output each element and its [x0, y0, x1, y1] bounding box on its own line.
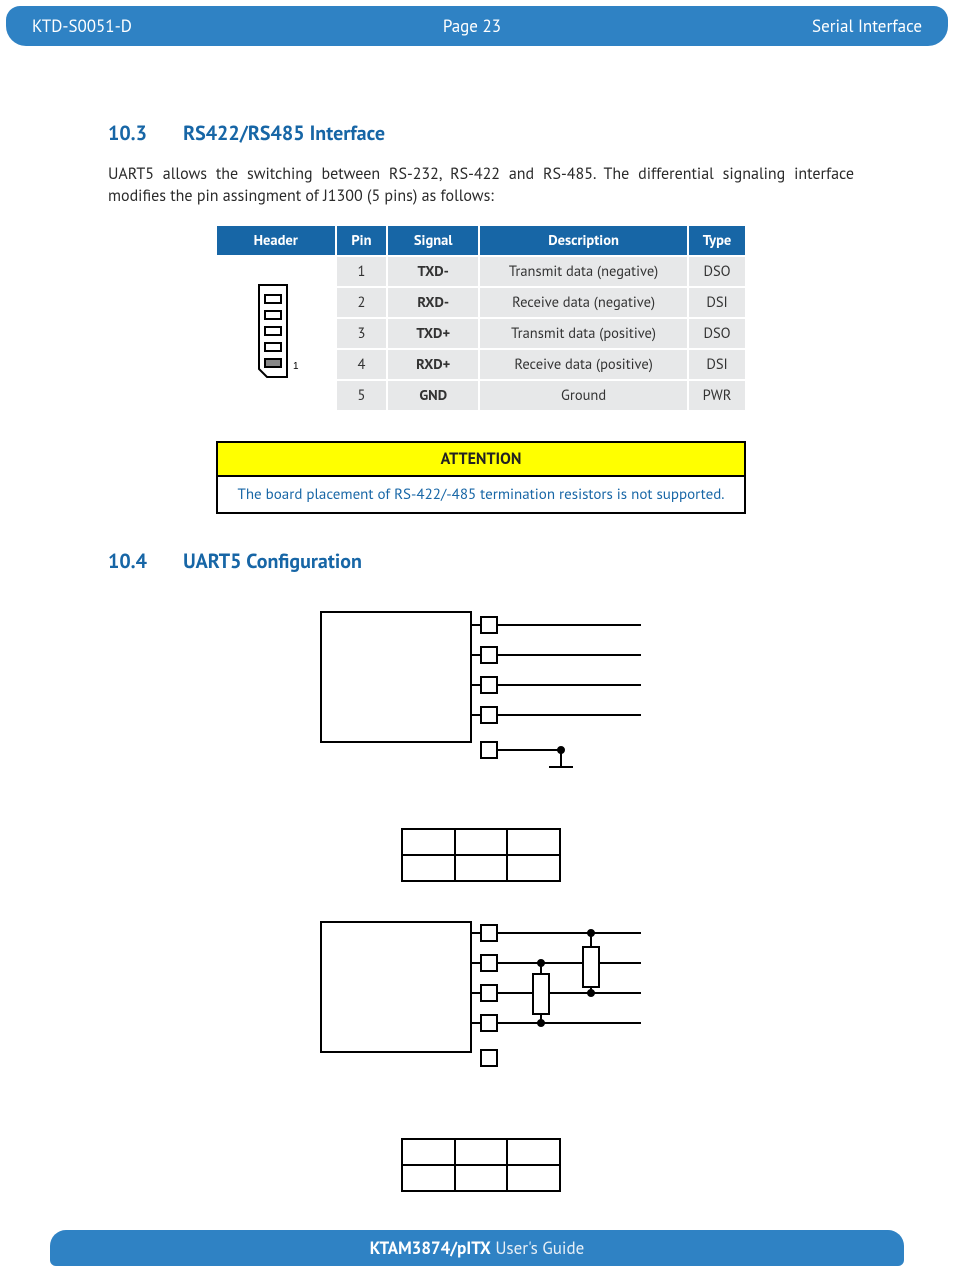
description-cell: Transmit data (negative) [479, 256, 688, 287]
type-cell: DSO [688, 318, 746, 349]
signal-cell: GND [387, 380, 479, 411]
description-cell: Transmit data (positive) [479, 318, 688, 349]
pin-table: Header Pin Signal Description Type 11TXD… [216, 225, 746, 411]
svg-text:1: 1 [293, 361, 299, 372]
col-header-description: Description [479, 225, 688, 256]
type-cell: DSI [688, 287, 746, 318]
signal-cell: TXD- [387, 256, 479, 287]
section-10-3-heading: 10.3 RS422/RS485 Interface [108, 120, 854, 146]
signal-cell: RXD- [387, 287, 479, 318]
section-10-3-paragraph: UART5 allows the switching between RS-23… [108, 164, 854, 207]
section-title: RS422/RS485 Interface [183, 120, 385, 146]
doc-code: KTD-S0051-D [32, 15, 132, 37]
signal-cell: TXD+ [387, 318, 479, 349]
col-header-header: Header [216, 225, 336, 256]
pin-table-container: Header Pin Signal Description Type 11TXD… [216, 225, 746, 411]
col-header-signal: Signal [387, 225, 479, 256]
attention-box: ATTENTION The board placement of RS-422/… [216, 441, 746, 514]
signal-cell: RXD+ [387, 349, 479, 380]
description-cell: Receive data (positive) [479, 349, 688, 380]
pin-cell: 1 [336, 256, 388, 287]
pin-cell: 5 [336, 380, 388, 411]
section-title: UART5 Configuration [183, 548, 362, 574]
schematic-svg-top [281, 592, 681, 812]
schematic-svg-bottom [281, 892, 681, 1122]
col-header-type: Type [688, 225, 746, 256]
description-cell: Ground [479, 380, 688, 411]
uart5-diagram-bottom [281, 892, 681, 1172]
mode-table-top [401, 828, 561, 882]
type-cell: DSO [688, 256, 746, 287]
pin-cell: 2 [336, 287, 388, 318]
header-connector-cell: 1 [216, 256, 336, 411]
connector-icon: 1 [253, 279, 299, 389]
attention-title: ATTENTION [218, 443, 744, 477]
page-number: Page 23 [132, 15, 812, 37]
pin-table-row: 11TXD-Transmit data (negative)DSO [216, 256, 746, 287]
section-number: 10.4 [108, 548, 178, 574]
page-content: 10.3 RS422/RS485 Interface UART5 allows … [108, 120, 854, 1212]
section-name: Serial Interface [812, 15, 922, 37]
pin-table-header-row: Header Pin Signal Description Type [216, 225, 746, 256]
col-header-pin: Pin [336, 225, 388, 256]
footer-product: KTAM3874/pITX [370, 1237, 491, 1259]
page-header-bar: KTD-S0051-D Page 23 Serial Interface [6, 6, 948, 46]
section-number: 10.3 [108, 120, 178, 146]
footer-suffix: User's Guide [491, 1237, 584, 1259]
description-cell: Receive data (negative) [479, 287, 688, 318]
uart5-diagram-top [281, 592, 681, 852]
type-cell: PWR [688, 380, 746, 411]
mode-table-bottom [401, 1138, 561, 1192]
page-footer-bar: KTAM3874/pITX User's Guide [50, 1230, 904, 1266]
pin-cell: 4 [336, 349, 388, 380]
type-cell: DSI [688, 349, 746, 380]
section-10-4-heading: 10.4 UART5 Configuration [108, 548, 854, 574]
pin-cell: 3 [336, 318, 388, 349]
attention-message: The board placement of RS-422/-485 termi… [218, 477, 744, 512]
